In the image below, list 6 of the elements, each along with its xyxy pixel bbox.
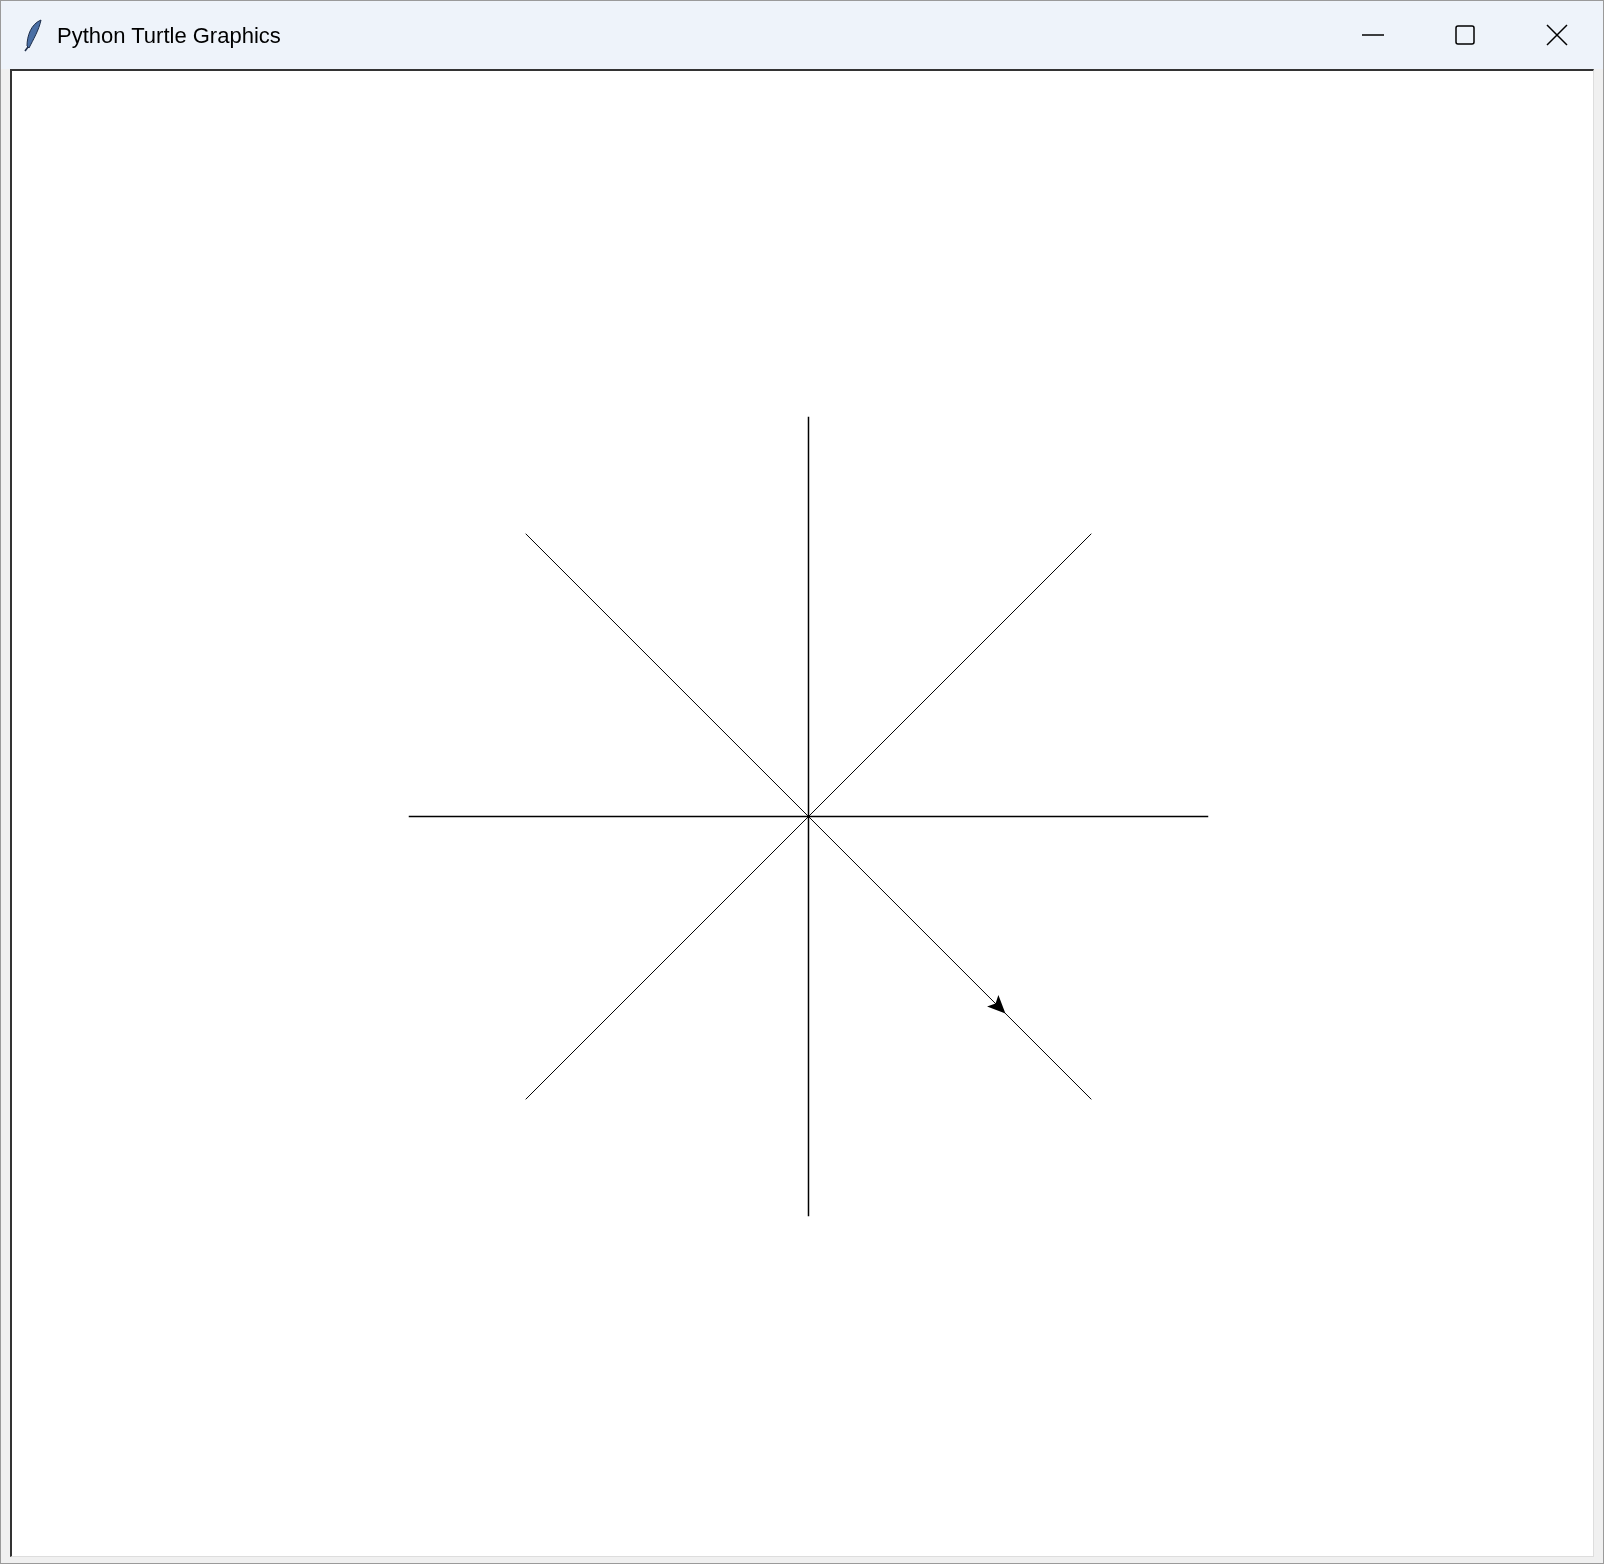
minimize-icon (1362, 34, 1384, 36)
window-title: Python Turtle Graphics (57, 21, 281, 50)
feather-icon (23, 18, 45, 52)
close-icon (1546, 24, 1568, 46)
turtle-cursor-icon (987, 995, 1006, 1014)
maximize-icon (1455, 25, 1475, 45)
